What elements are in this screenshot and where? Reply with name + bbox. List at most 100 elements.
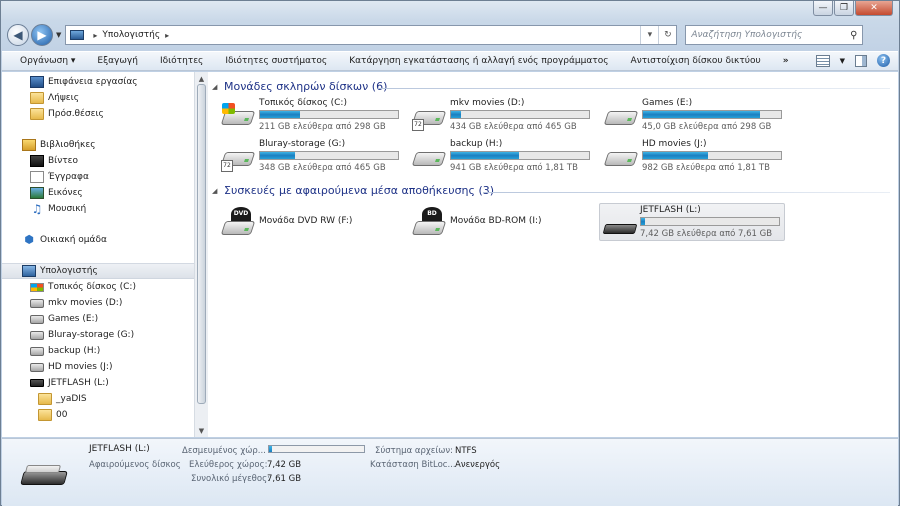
- drive-tile-c[interactable]: Τοπικός δίσκος (C:) 211 GB ελεύθερα από …: [219, 97, 405, 135]
- drive-usage-bar: [259, 110, 399, 119]
- drive-tile-i-bd[interactable]: BD Μονάδα BD-ROM (I:): [410, 203, 596, 241]
- nav-item-drive-d[interactable]: mkv movies (D:): [2, 295, 194, 311]
- nav-item-folder-00[interactable]: 00: [2, 407, 194, 423]
- more-commands-button[interactable]: »: [783, 56, 789, 66]
- search-input[interactable]: Αναζήτηση Υπολογιστής ⚲: [685, 25, 864, 45]
- drive-tile-g[interactable]: 72 Bluray-storage (G:) 348 GB ελεύθερα α…: [219, 138, 405, 176]
- scrollbar-thumb[interactable]: [197, 84, 206, 404]
- details-drive-type: Αφαιρούμενος δίσκος: [89, 460, 181, 470]
- drive-tile-e[interactable]: Games (E:) 45,0 GB ελεύθερα από 298 GB: [602, 97, 788, 135]
- change-view-icon[interactable]: [815, 54, 830, 67]
- drive-usage-bar: [259, 151, 399, 160]
- scroll-down-icon[interactable]: ▼: [195, 424, 208, 437]
- details-free-value: 7,42 GB: [267, 460, 302, 470]
- nav-item-drive-e[interactable]: Games (E:): [2, 311, 194, 327]
- drive-name: Μονάδα DVD RW (F:): [259, 216, 353, 226]
- collapse-group-icon[interactable]: ◢: [212, 83, 217, 91]
- close-button[interactable]: ✕: [855, 1, 893, 16]
- drive-tile-l-usb[interactable]: JETFLASH (L:) 7,42 GB ελεύθερα από 7,61 …: [599, 203, 785, 241]
- drive-tile-d[interactable]: 72 mkv movies (D:) 434 GB ελεύθερα από 4…: [410, 97, 596, 135]
- nav-item-drive-g[interactable]: Bluray-storage (G:): [2, 327, 194, 343]
- videos-icon: [30, 155, 44, 167]
- homegroup-icon: ⬢: [24, 233, 34, 246]
- hard-drive-icon: [411, 142, 447, 172]
- group-header-removable[interactable]: Συσκευές με αφαιρούμενα μέσα αποθήκευσης…: [224, 184, 494, 197]
- help-icon[interactable]: ?: [877, 54, 890, 67]
- nav-item-music[interactable]: ♫ Μουσική: [2, 201, 194, 217]
- drive-free-space: 7,42 GB ελεύθερα από 7,61 GB: [640, 229, 773, 239]
- breadcrumb-computer[interactable]: Υπολογιστής: [102, 30, 160, 40]
- nav-item-drive-j[interactable]: HD movies (J:): [2, 359, 194, 375]
- nav-item-documents[interactable]: Έγγραφα: [2, 169, 194, 185]
- details-usage-fill: [269, 446, 272, 452]
- toolbar-right: ▼ ?: [815, 54, 890, 67]
- details-fs-label: Σύστημα αρχείων:: [375, 446, 454, 456]
- usb-drive-icon: [602, 208, 638, 238]
- nav-item-downloads[interactable]: Λήψεις: [2, 90, 194, 106]
- breadcrumb-chevron-icon[interactable]: ▸: [165, 31, 169, 40]
- drive-free-space: 434 GB ελεύθερα από 465 GB: [450, 122, 577, 132]
- usb-drive-icon: [30, 379, 44, 387]
- nav-item-homegroup[interactable]: ⬢ Οικιακή ομάδα: [2, 232, 194, 248]
- map-network-drive-button[interactable]: Αντιστοίχιση δίσκου δικτύου: [631, 56, 761, 66]
- computer-icon: [22, 265, 36, 277]
- nav-item-recent-places[interactable]: Πρόσ.θέσεις: [2, 106, 194, 122]
- drive-usage-fill: [643, 152, 708, 159]
- system-drive-icon: [30, 282, 44, 292]
- details-total-value: 7,61 GB: [267, 474, 302, 484]
- nav-item-drive-c[interactable]: Τοπικός δίσκος (C:): [2, 279, 194, 295]
- minimize-button[interactable]: —: [813, 1, 833, 16]
- forward-button[interactable]: ▶: [31, 24, 53, 46]
- search-placeholder: Αναζήτηση Υπολογιστής: [691, 30, 803, 40]
- organize-button[interactable]: Οργάνωση ▾: [20, 56, 75, 66]
- drive-free-space: 941 GB ελεύθερα από 1,81 TB: [450, 163, 578, 173]
- drive-name: backup (H:): [450, 139, 503, 149]
- drive-tile-f-dvd[interactable]: DVD Μονάδα DVD RW (F:): [219, 203, 405, 241]
- drive-usage-fill: [260, 111, 301, 118]
- drive-tile-h[interactable]: backup (H:) 941 GB ελεύθερα από 1,81 TB: [410, 138, 596, 176]
- folder-icon: [38, 409, 52, 421]
- recent-places-icon: [30, 108, 44, 120]
- search-icon[interactable]: ⚲: [850, 30, 857, 41]
- back-button[interactable]: ◀: [7, 24, 29, 46]
- details-free-label: Ελεύθερος χώρος:: [189, 460, 268, 470]
- preview-pane-icon[interactable]: [855, 54, 867, 67]
- uninstall-program-button[interactable]: Κατάργηση εγκατάστασης ή αλλαγή ενός προ…: [349, 56, 608, 66]
- group-divider: [483, 192, 890, 193]
- eject-button[interactable]: Εξαγωγή: [97, 56, 138, 66]
- drive-usage-fill: [643, 111, 761, 118]
- collapse-group-icon[interactable]: ◢: [212, 187, 217, 195]
- breadcrumb-chevron-icon[interactable]: ▸: [93, 31, 97, 40]
- caption-buttons: — ❐ ✕: [813, 1, 893, 16]
- nav-item-desktop[interactable]: Επιφάνεια εργασίας: [2, 74, 194, 90]
- address-bar[interactable]: ▸ Υπολογιστής ▸ ▾ ↻: [65, 25, 678, 45]
- hard-drive-icon: [30, 298, 44, 308]
- bd-drive-icon: BD: [411, 207, 447, 237]
- nav-item-pictures[interactable]: Εικόνες: [2, 185, 194, 201]
- view-dropdown-icon[interactable]: ▼: [840, 57, 845, 65]
- details-usage-bar: [268, 445, 365, 453]
- drive-tile-j[interactable]: HD movies (J:) 982 GB ελεύθερα από 1,81 …: [602, 138, 788, 176]
- dvd-drive-icon: DVD: [220, 207, 256, 237]
- details-fs-value: NTFS: [455, 446, 477, 456]
- downloads-folder-icon: [30, 92, 44, 104]
- nav-item-libraries[interactable]: Βιβλιοθήκες: [2, 137, 194, 153]
- properties-button[interactable]: Ιδιότητες: [160, 56, 203, 66]
- navigation-scrollbar[interactable]: ▲ ▼: [194, 72, 208, 437]
- drive-name: Bluray-storage (G:): [259, 139, 346, 149]
- system-properties-button[interactable]: Ιδιότητες συστήματος: [225, 56, 327, 66]
- address-dropdown-icon[interactable]: ▾: [640, 26, 658, 44]
- refresh-icon[interactable]: ↻: [658, 26, 676, 44]
- nav-item-drive-h[interactable]: backup (H:): [2, 343, 194, 359]
- drive-name: Games (E:): [642, 98, 693, 108]
- nav-item-drive-l[interactable]: JETFLASH (L:): [2, 375, 194, 391]
- group-header-hard-disks[interactable]: Μονάδες σκληρών δίσκων (6): [224, 80, 387, 93]
- navigation-pane: Επιφάνεια εργασίας Λήψεις Πρόσ.θέσεις Βι…: [2, 72, 194, 437]
- hard-drive-icon: [30, 314, 44, 324]
- nav-item-computer[interactable]: Υπολογιστής: [2, 263, 194, 279]
- maximize-button[interactable]: ❐: [834, 1, 854, 16]
- documents-icon: [30, 171, 44, 183]
- nav-item-videos[interactable]: Βίντεο: [2, 153, 194, 169]
- nav-item-folder-yadis[interactable]: _yaDIS: [2, 391, 194, 407]
- recent-pages-dropdown[interactable]: ▼: [56, 31, 61, 39]
